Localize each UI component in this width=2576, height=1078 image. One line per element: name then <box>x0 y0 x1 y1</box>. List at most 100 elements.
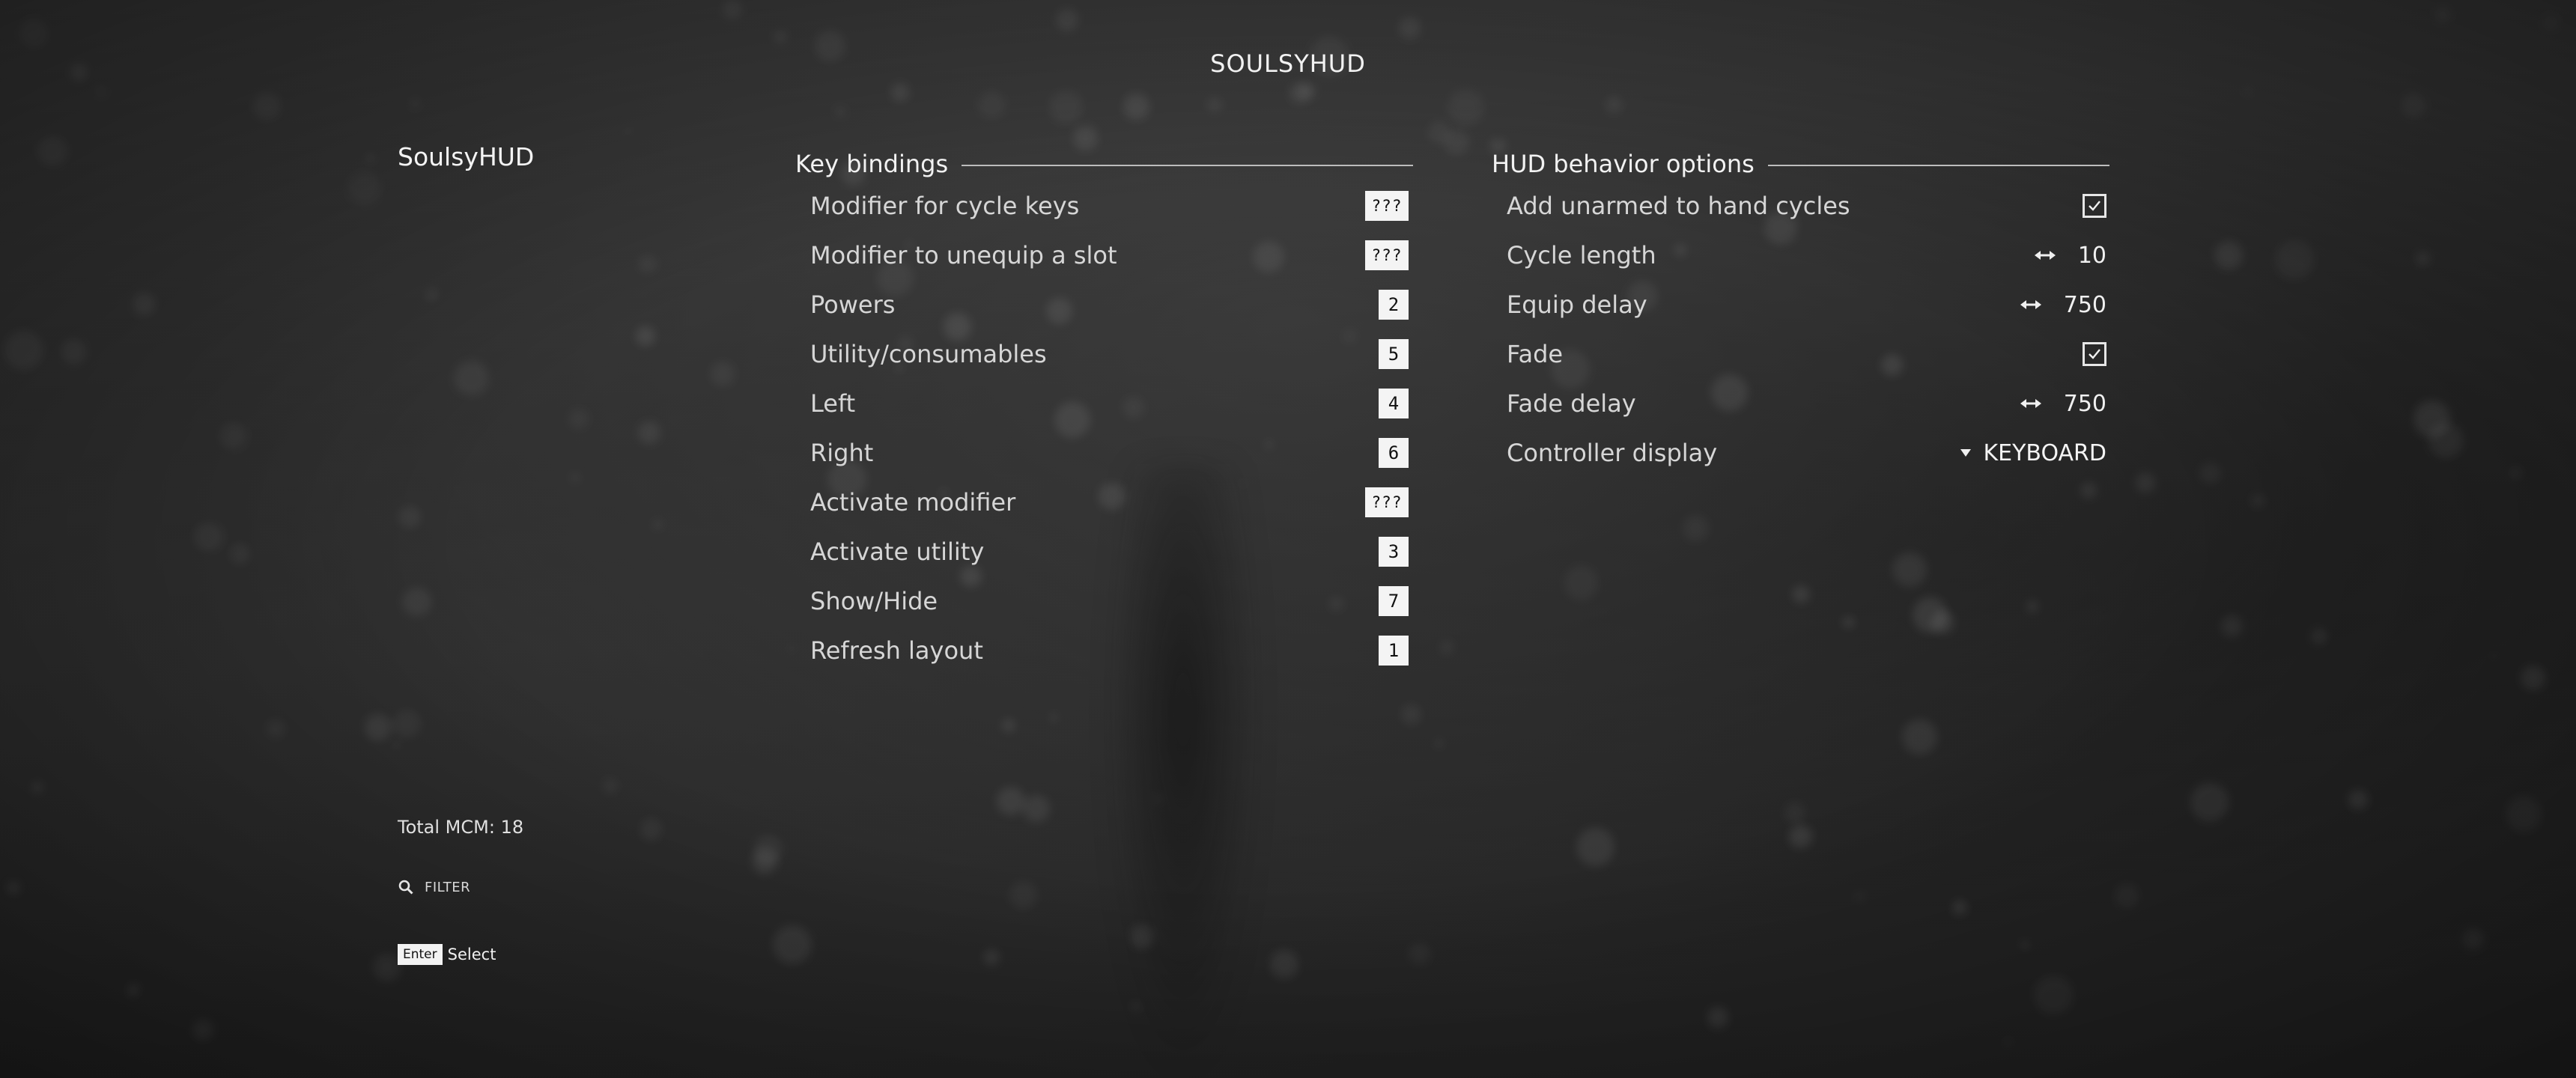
hud-option-label: Equip delay <box>1507 290 1647 319</box>
slider-control[interactable]: 750 <box>2020 391 2106 417</box>
snow-flake <box>1131 1001 1141 1012</box>
snow-flake <box>267 720 285 738</box>
hud-option-row[interactable]: Fade <box>1492 329 2109 379</box>
snow-flake <box>773 925 812 964</box>
snow-flake <box>365 714 392 741</box>
hud-option-row[interactable]: Fade delay 750 <box>1492 379 2109 428</box>
checkbox[interactable] <box>2083 194 2106 218</box>
keybind-key[interactable]: ??? <box>1365 487 1409 517</box>
snow-flake <box>2033 975 2073 1015</box>
keybind-key[interactable]: 6 <box>1379 438 1409 468</box>
key-bindings-title: Key bindings <box>795 150 949 178</box>
snow-flake <box>1902 719 1937 755</box>
snow-flake <box>1022 795 1050 823</box>
snow-flake <box>1299 82 1317 100</box>
hud-option-row[interactable]: Equip delay 750 <box>1492 280 2109 329</box>
chevron-down-icon <box>1960 449 1972 457</box>
snow-flake <box>2274 240 2315 280</box>
keybind-row[interactable]: Modifier to unequip a slot??? <box>795 231 1413 280</box>
snow-flake <box>640 818 662 841</box>
filter-label: FILTER <box>425 879 471 895</box>
snow-flake <box>2311 627 2328 645</box>
snow-flake <box>570 472 581 483</box>
keybind-key[interactable]: 4 <box>1379 389 1409 418</box>
hud-option-row[interactable]: Controller display KEYBOARD <box>1492 428 2109 478</box>
keybind-key[interactable]: 1 <box>1379 636 1409 666</box>
hud-option-row[interactable]: Cycle length 10 <box>1492 231 2109 280</box>
snow-flake <box>2462 928 2485 951</box>
dropdown-control[interactable]: KEYBOARD <box>1960 440 2106 466</box>
snow-flake <box>347 172 381 206</box>
snow-flake <box>2019 939 2030 950</box>
slider-value: 750 <box>2063 291 2106 318</box>
snow-flake <box>2414 401 2450 437</box>
keybind-row[interactable]: Show/Hide 7 <box>795 576 1413 626</box>
keybind-key[interactable]: 2 <box>1379 290 1409 320</box>
header-divider <box>1767 165 2109 166</box>
total-mcm-count: Total MCM: 18 <box>398 817 524 838</box>
snow-flake <box>1049 90 1084 124</box>
keybind-key[interactable]: 5 <box>1379 339 1409 369</box>
snow-flake <box>1270 949 1299 979</box>
checkbox[interactable] <box>2083 342 2106 366</box>
snow-flake <box>2199 462 2221 484</box>
snow-flake <box>2220 615 2243 638</box>
mcm-menu-screen: SOULSYHUD SoulsyHUD Total MCM: 18 FILTER… <box>0 0 2576 1078</box>
slider-control[interactable]: 10 <box>2034 243 2106 269</box>
snow-flake <box>996 786 1025 815</box>
keybind-row[interactable]: Modifier for cycle keys??? <box>795 181 1413 231</box>
hud-behavior-header: HUD behavior options <box>1492 147 2109 181</box>
snow-flake <box>1951 899 1968 916</box>
slider-value: 750 <box>2063 390 2106 417</box>
dropdown-value: KEYBOARD <box>1983 439 2106 466</box>
snow-flake <box>1854 892 1865 903</box>
keybind-label: Right <box>810 439 874 467</box>
keybind-row[interactable]: Utility/consumables 5 <box>795 329 1413 379</box>
keybind-label: Refresh layout <box>810 636 983 665</box>
snow-flake <box>1049 713 1057 722</box>
filter-button[interactable]: FILTER <box>398 879 470 895</box>
snow-flake <box>1683 514 1710 541</box>
snow-flake <box>635 326 655 346</box>
keybind-label: Utility/consumables <box>810 340 1047 368</box>
keybind-row[interactable]: Right 6 <box>795 428 1413 478</box>
snow-flake <box>2243 87 2253 96</box>
snow-flake <box>1784 803 1805 823</box>
keybind-row[interactable]: Refresh layout 1 <box>795 626 1413 675</box>
keybind-key[interactable]: 3 <box>1379 537 1409 567</box>
snow-flake <box>602 779 618 794</box>
hud-option-label: Cycle length <box>1507 241 1656 270</box>
snow-flake <box>2080 482 2097 499</box>
key-bindings-header: Key bindings <box>795 147 1413 181</box>
snow-flake <box>1912 597 1948 633</box>
hud-option-label: Add unarmed to hand cycles <box>1507 192 1850 220</box>
snow-flake <box>2434 7 2451 23</box>
left-right-arrows-icon <box>2034 251 2056 260</box>
search-icon <box>398 879 414 895</box>
keybind-key[interactable]: ??? <box>1365 191 1409 221</box>
keybind-row[interactable]: Left 4 <box>795 379 1413 428</box>
snow-flake <box>1207 97 1222 112</box>
keybind-row[interactable]: Activate modifier??? <box>795 478 1413 527</box>
snow-flake <box>253 92 281 121</box>
snow-flake <box>1843 616 1854 627</box>
snow-flake <box>1427 121 1451 144</box>
slider-control[interactable]: 750 <box>2020 292 2106 318</box>
snow-flake <box>2348 790 2368 809</box>
snow-flake <box>1707 1007 1728 1029</box>
checkmark-icon <box>2089 201 2100 211</box>
button-hint-select: Enter Select <box>398 944 496 965</box>
key-bindings-section: Key bindings Modifier for cycle keys??? M… <box>795 147 1413 675</box>
snow-flake <box>638 421 661 445</box>
mod-list-item-soulsyhud[interactable]: SoulsyHUD <box>398 142 534 171</box>
keybind-row[interactable]: Powers 2 <box>795 280 1413 329</box>
snow-flake <box>753 835 783 865</box>
snow-flake <box>1289 82 1311 104</box>
snow-flake <box>372 953 401 981</box>
hud-behavior-section: HUD behavior options Add unarmed to hand… <box>1492 147 2109 478</box>
snow-flake <box>1154 793 1164 803</box>
keybind-row[interactable]: Activate utility 3 <box>795 527 1413 576</box>
hud-option-row[interactable]: Add unarmed to hand cycles <box>1492 181 2109 231</box>
keybind-key[interactable]: 7 <box>1379 586 1409 616</box>
keybind-key[interactable]: ??? <box>1365 240 1409 270</box>
